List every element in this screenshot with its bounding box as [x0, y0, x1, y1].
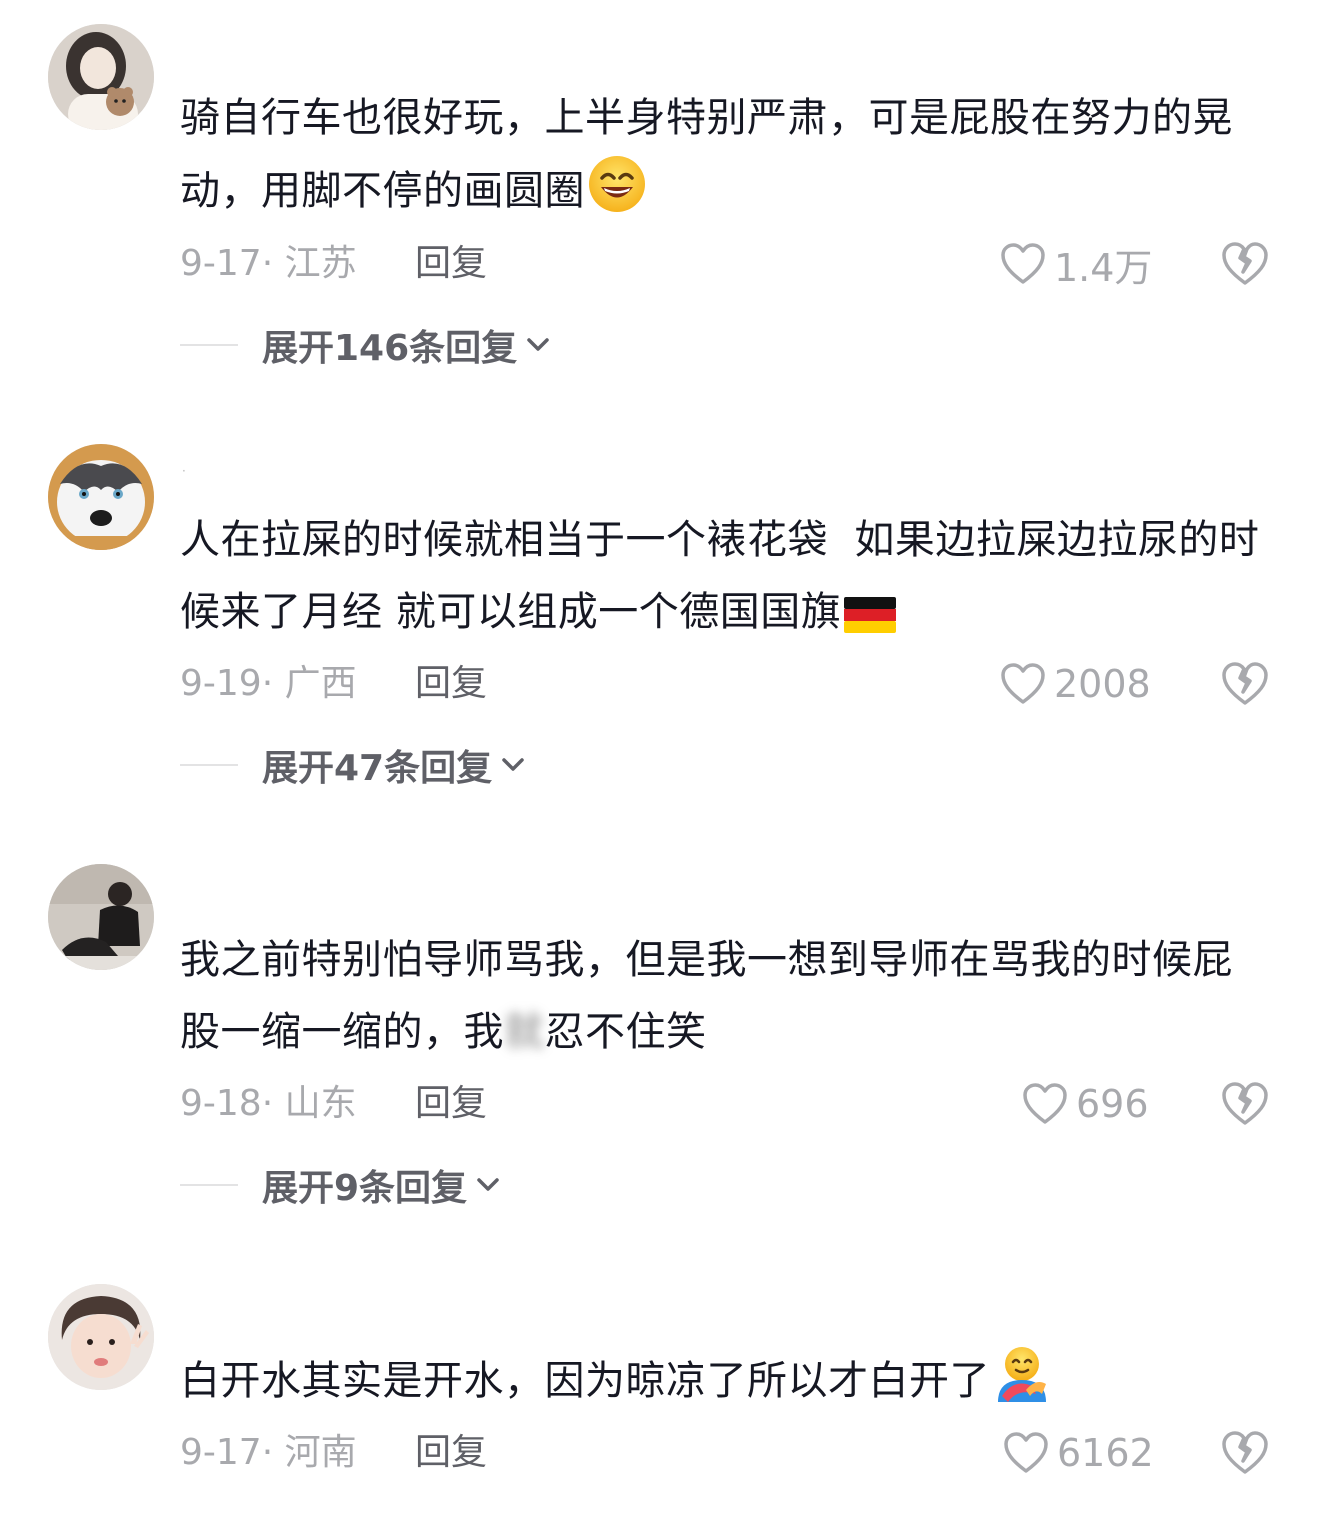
divider-line — [180, 344, 238, 346]
like-count: 6162 — [1057, 1431, 1154, 1475]
expand-replies-label: 展开47条回复 — [262, 748, 493, 789]
like-count: 2008 — [1054, 662, 1151, 706]
meta-separator: · — [261, 663, 285, 704]
comment-item: 骑自行车也很好玩，上半身特别严肃，可是屁股在努力的晃动，用脚不停的画圆圈 9-1… — [0, 24, 1319, 384]
like-button[interactable]: 1.4万 — [1000, 239, 1153, 290]
comment-text-content: 白开水其实是开水，因为晾凉了所以才白开了 — [180, 1358, 990, 1404]
expand-replies-button[interactable]: 展开9条回复 — [180, 1160, 501, 1210]
expand-replies-label: 展开9条回复 — [262, 1168, 468, 1209]
comment-date: 9-19 — [180, 663, 262, 704]
comment-text-content: 我之前特别怕导师骂我，但是我一想到导师在骂我的时候屁股一缩一缩的，我 — [180, 937, 1233, 1055]
avatar-husky-icon — [48, 444, 154, 550]
reply-button[interactable]: 回复 — [415, 239, 487, 289]
chevron-down-icon — [527, 338, 549, 351]
comment-location: 河南 — [284, 1432, 357, 1473]
broken-heart-icon[interactable] — [1220, 1079, 1270, 1129]
comment-item: 白开水其实是开水，因为晾凉了所以才白开了 9-17· 河南 回复 6162 — [0, 1284, 1319, 1504]
heart-icon — [1004, 1432, 1048, 1473]
heart-icon — [1023, 1083, 1067, 1124]
avatar-person-sitting-icon — [48, 864, 154, 970]
like-count: 696 — [1076, 1082, 1149, 1126]
comment-location: 江苏 — [284, 243, 357, 284]
like-count: 1.4万 — [1054, 245, 1153, 290]
comment-text-content: 骑自行车也很好玩，上半身特别严肃，可是屁股在努力的晃动，用脚不停的画圆圈 — [180, 95, 1233, 214]
expand-replies-button[interactable]: 展开47条回复 — [180, 740, 526, 790]
heart-icon — [1001, 663, 1045, 704]
reply-button[interactable]: 回复 — [415, 1079, 487, 1129]
grinning-squint-emoji-icon — [587, 154, 647, 237]
comment-item: · 人在拉屎的时候就相当于一个裱花袋 如果边拉屎边拉尿的时候来了月经 就可以组成… — [0, 444, 1319, 804]
hugging-emoji-icon — [992, 1344, 1052, 1427]
chevron-down-icon — [477, 1178, 499, 1191]
avatar[interactable] — [48, 24, 154, 130]
comment-location: 山东 — [284, 1083, 357, 1124]
broken-heart-icon[interactable] — [1220, 659, 1270, 709]
heart-icon — [1001, 243, 1045, 284]
expand-replies-button[interactable]: 展开146条回复 — [180, 320, 551, 370]
reply-button[interactable]: 回复 — [415, 659, 487, 709]
germany-flag-emoji-icon — [843, 586, 897, 658]
comment-text: 白开水其实是开水，因为晾凉了所以才白开了 — [180, 1344, 1270, 1427]
meta-separator: · — [261, 243, 285, 284]
comment-text: 人在拉屎的时候就相当于一个裱花袋 如果边拉屎边拉尿的时候来了月经 就可以组成一个… — [180, 504, 1270, 658]
avatar[interactable] — [48, 444, 154, 550]
chevron-down-icon — [502, 758, 524, 771]
comment-text-content-end: 忍不住笑 — [544, 1009, 707, 1055]
comment-date: 9-18 — [180, 1083, 262, 1124]
like-button[interactable]: 6162 — [1003, 1428, 1154, 1478]
comment-text: 骑自行车也很好玩，上半身特别严肃，可是屁股在努力的晃动，用脚不停的画圆圈 — [180, 82, 1270, 237]
username[interactable]: · — [182, 464, 186, 478]
comment-location: 广西 — [284, 663, 357, 704]
avatar-girl-with-bear-icon — [48, 24, 154, 130]
like-button[interactable]: 2008 — [1000, 659, 1151, 709]
expand-replies-label: 展开146条回复 — [262, 328, 518, 369]
comment-date: 9-17 — [180, 243, 262, 284]
avatar[interactable] — [48, 1284, 154, 1390]
broken-heart-icon[interactable] — [1220, 239, 1270, 289]
avatar[interactable] — [48, 864, 154, 970]
comment-date: 9-17 — [180, 1432, 262, 1473]
comment-item: 我之前特别怕导师骂我，但是我一想到导师在骂我的时候屁股一缩一缩的，我就忍不住笑 … — [0, 864, 1319, 1224]
comment-text: 我之前特别怕导师骂我，但是我一想到导师在骂我的时候屁股一缩一缩的，我就忍不住笑 — [180, 924, 1270, 1068]
avatar-child-peace-sign-icon — [48, 1284, 154, 1390]
like-button[interactable]: 696 — [1022, 1079, 1149, 1129]
meta-separator: · — [261, 1083, 285, 1124]
reply-button[interactable]: 回复 — [415, 1428, 487, 1478]
divider-line — [180, 1184, 238, 1186]
comment-text-content: 人在拉屎的时候就相当于一个裱花袋 如果边拉屎边拉尿的时候来了月经 就可以组成一个… — [180, 517, 1260, 635]
broken-heart-icon[interactable] — [1220, 1428, 1270, 1478]
blurred-word: 就 — [504, 1009, 545, 1055]
meta-separator: · — [261, 1432, 285, 1473]
divider-line — [180, 764, 238, 766]
